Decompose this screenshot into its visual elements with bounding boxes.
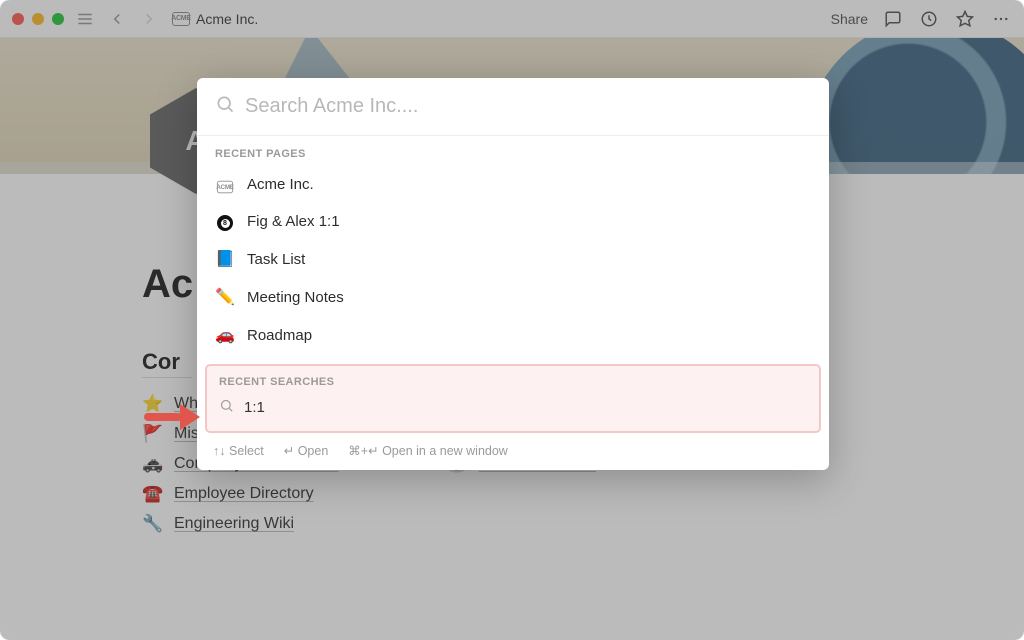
recent-searches-label: RECENT SEARCHES [207, 366, 819, 392]
recent-search-item[interactable]: 1:1 [207, 392, 819, 423]
car-icon: 🚗 [215, 325, 235, 345]
recent-page-item[interactable]: ✏️ Meeting Notes [205, 278, 821, 316]
eight-ball-icon [215, 212, 235, 232]
annotation-arrow-icon [144, 404, 200, 430]
modal-footer-hints: ↑↓ Select ↵ Open ⌘+↵ Open in a new windo… [197, 433, 829, 470]
recent-page-item[interactable]: 🚗 Roadmap [205, 316, 821, 354]
app-window: ACME Acme Inc. Share A Ac [0, 0, 1024, 640]
recent-pages-label: RECENT PAGES [197, 136, 829, 166]
recent-page-item[interactable]: ACME Acme Inc. [205, 166, 821, 203]
search-modal: RECENT PAGES ACME Acme Inc. Fig & Alex 1… [197, 78, 829, 470]
search-icon [219, 398, 234, 417]
recent-pages-list: ACME Acme Inc. Fig & Alex 1:1 📘 Task Lis… [197, 166, 829, 360]
recent-searches-section: RECENT SEARCHES 1:1 [205, 364, 821, 433]
search-input[interactable] [245, 95, 811, 118]
recent-page-item[interactable]: Fig & Alex 1:1 [205, 203, 821, 241]
pencil-icon: ✏️ [215, 287, 235, 307]
search-icon [215, 94, 235, 119]
recent-page-item[interactable]: 📘 Task List [205, 240, 821, 278]
book-icon: 📘 [215, 249, 235, 269]
acme-badge-icon: ACME [215, 175, 235, 194]
